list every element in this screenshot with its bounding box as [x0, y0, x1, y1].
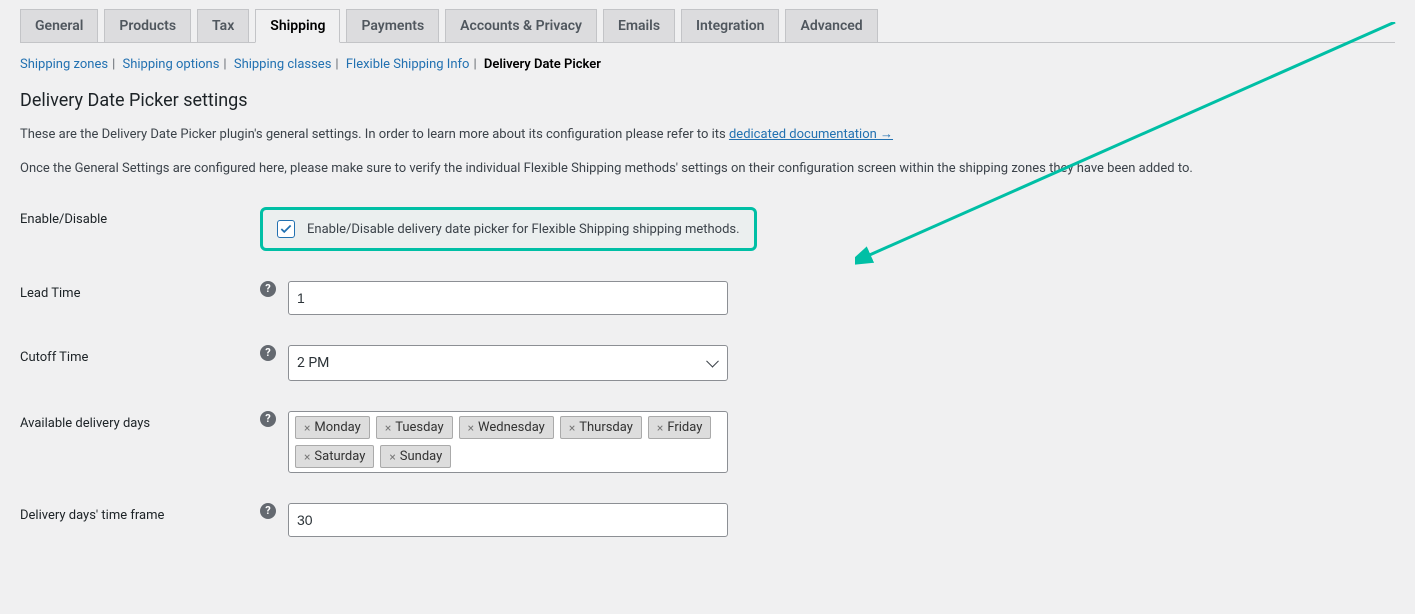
help-icon[interactable]: ? [260, 503, 276, 519]
tab-accounts[interactable]: Accounts & Privacy [445, 9, 597, 42]
enable-highlight: Enable/Disable delivery date picker for … [260, 207, 757, 251]
tab-general[interactable]: General [20, 9, 98, 42]
enable-checkbox-label: Enable/Disable delivery date picker for … [307, 222, 740, 237]
tab-payments[interactable]: Payments [346, 9, 439, 42]
day-tag: ×Sunday [380, 445, 451, 468]
checkmark-icon [279, 222, 293, 236]
tab-tax[interactable]: Tax [197, 9, 249, 42]
remove-tag-icon[interactable]: × [657, 421, 663, 435]
lead-time-label: Lead Time [20, 266, 250, 330]
subtab-zones[interactable]: Shipping zones [20, 57, 108, 72]
tab-shipping[interactable]: Shipping [255, 9, 340, 43]
remove-tag-icon[interactable]: × [569, 421, 575, 435]
remove-tag-icon[interactable]: × [304, 450, 310, 464]
tab-integration[interactable]: Integration [681, 9, 779, 42]
page-title: Delivery Date Picker settings [20, 90, 1395, 111]
enable-disable-label: Enable/Disable [20, 192, 250, 266]
day-tag: ×Saturday [295, 445, 374, 468]
help-icon[interactable]: ? [260, 411, 276, 427]
tab-emails[interactable]: Emails [603, 9, 675, 42]
documentation-link[interactable]: dedicated documentation → [729, 127, 893, 142]
description-2: Once the General Settings are configured… [20, 159, 1395, 179]
help-icon[interactable]: ? [260, 281, 276, 297]
day-tag: ×Tuesday [376, 416, 453, 439]
time-frame-label: Delivery days' time frame [20, 488, 250, 552]
available-days-label: Available delivery days [20, 396, 250, 488]
subtab-delivery-date-picker[interactable]: Delivery Date Picker [484, 57, 601, 72]
day-tag: ×Monday [295, 416, 370, 439]
subtab-classes[interactable]: Shipping classes [234, 57, 332, 72]
remove-tag-icon[interactable]: × [385, 421, 391, 435]
cutoff-time-select[interactable]: 2 PM [288, 345, 728, 381]
remove-tag-icon[interactable]: × [389, 450, 395, 464]
sub-tabs: Shipping zones| Shipping options| Shippi… [20, 57, 1395, 72]
time-frame-input[interactable] [288, 503, 728, 537]
day-tag: ×Thursday [560, 416, 642, 439]
day-tag: ×Wednesday [459, 416, 554, 439]
subtab-options[interactable]: Shipping options [122, 57, 219, 72]
tab-advanced[interactable]: Advanced [785, 9, 877, 42]
remove-tag-icon[interactable]: × [304, 421, 310, 435]
enable-checkbox[interactable] [277, 220, 295, 238]
description-1: These are the Delivery Date Picker plugi… [20, 125, 1395, 145]
subtab-fsinfo[interactable]: Flexible Shipping Info [346, 57, 470, 72]
day-tag: ×Friday [648, 416, 711, 439]
available-days-select[interactable]: ×Monday ×Tuesday ×Wednesday ×Thursday ×F… [288, 411, 728, 473]
lead-time-input[interactable] [288, 281, 728, 315]
cutoff-time-label: Cutoff Time [20, 330, 250, 396]
main-tabs: General Products Tax Shipping Payments A… [20, 0, 1395, 43]
help-icon[interactable]: ? [260, 345, 276, 361]
remove-tag-icon[interactable]: × [468, 421, 474, 435]
tab-products[interactable]: Products [104, 9, 191, 42]
